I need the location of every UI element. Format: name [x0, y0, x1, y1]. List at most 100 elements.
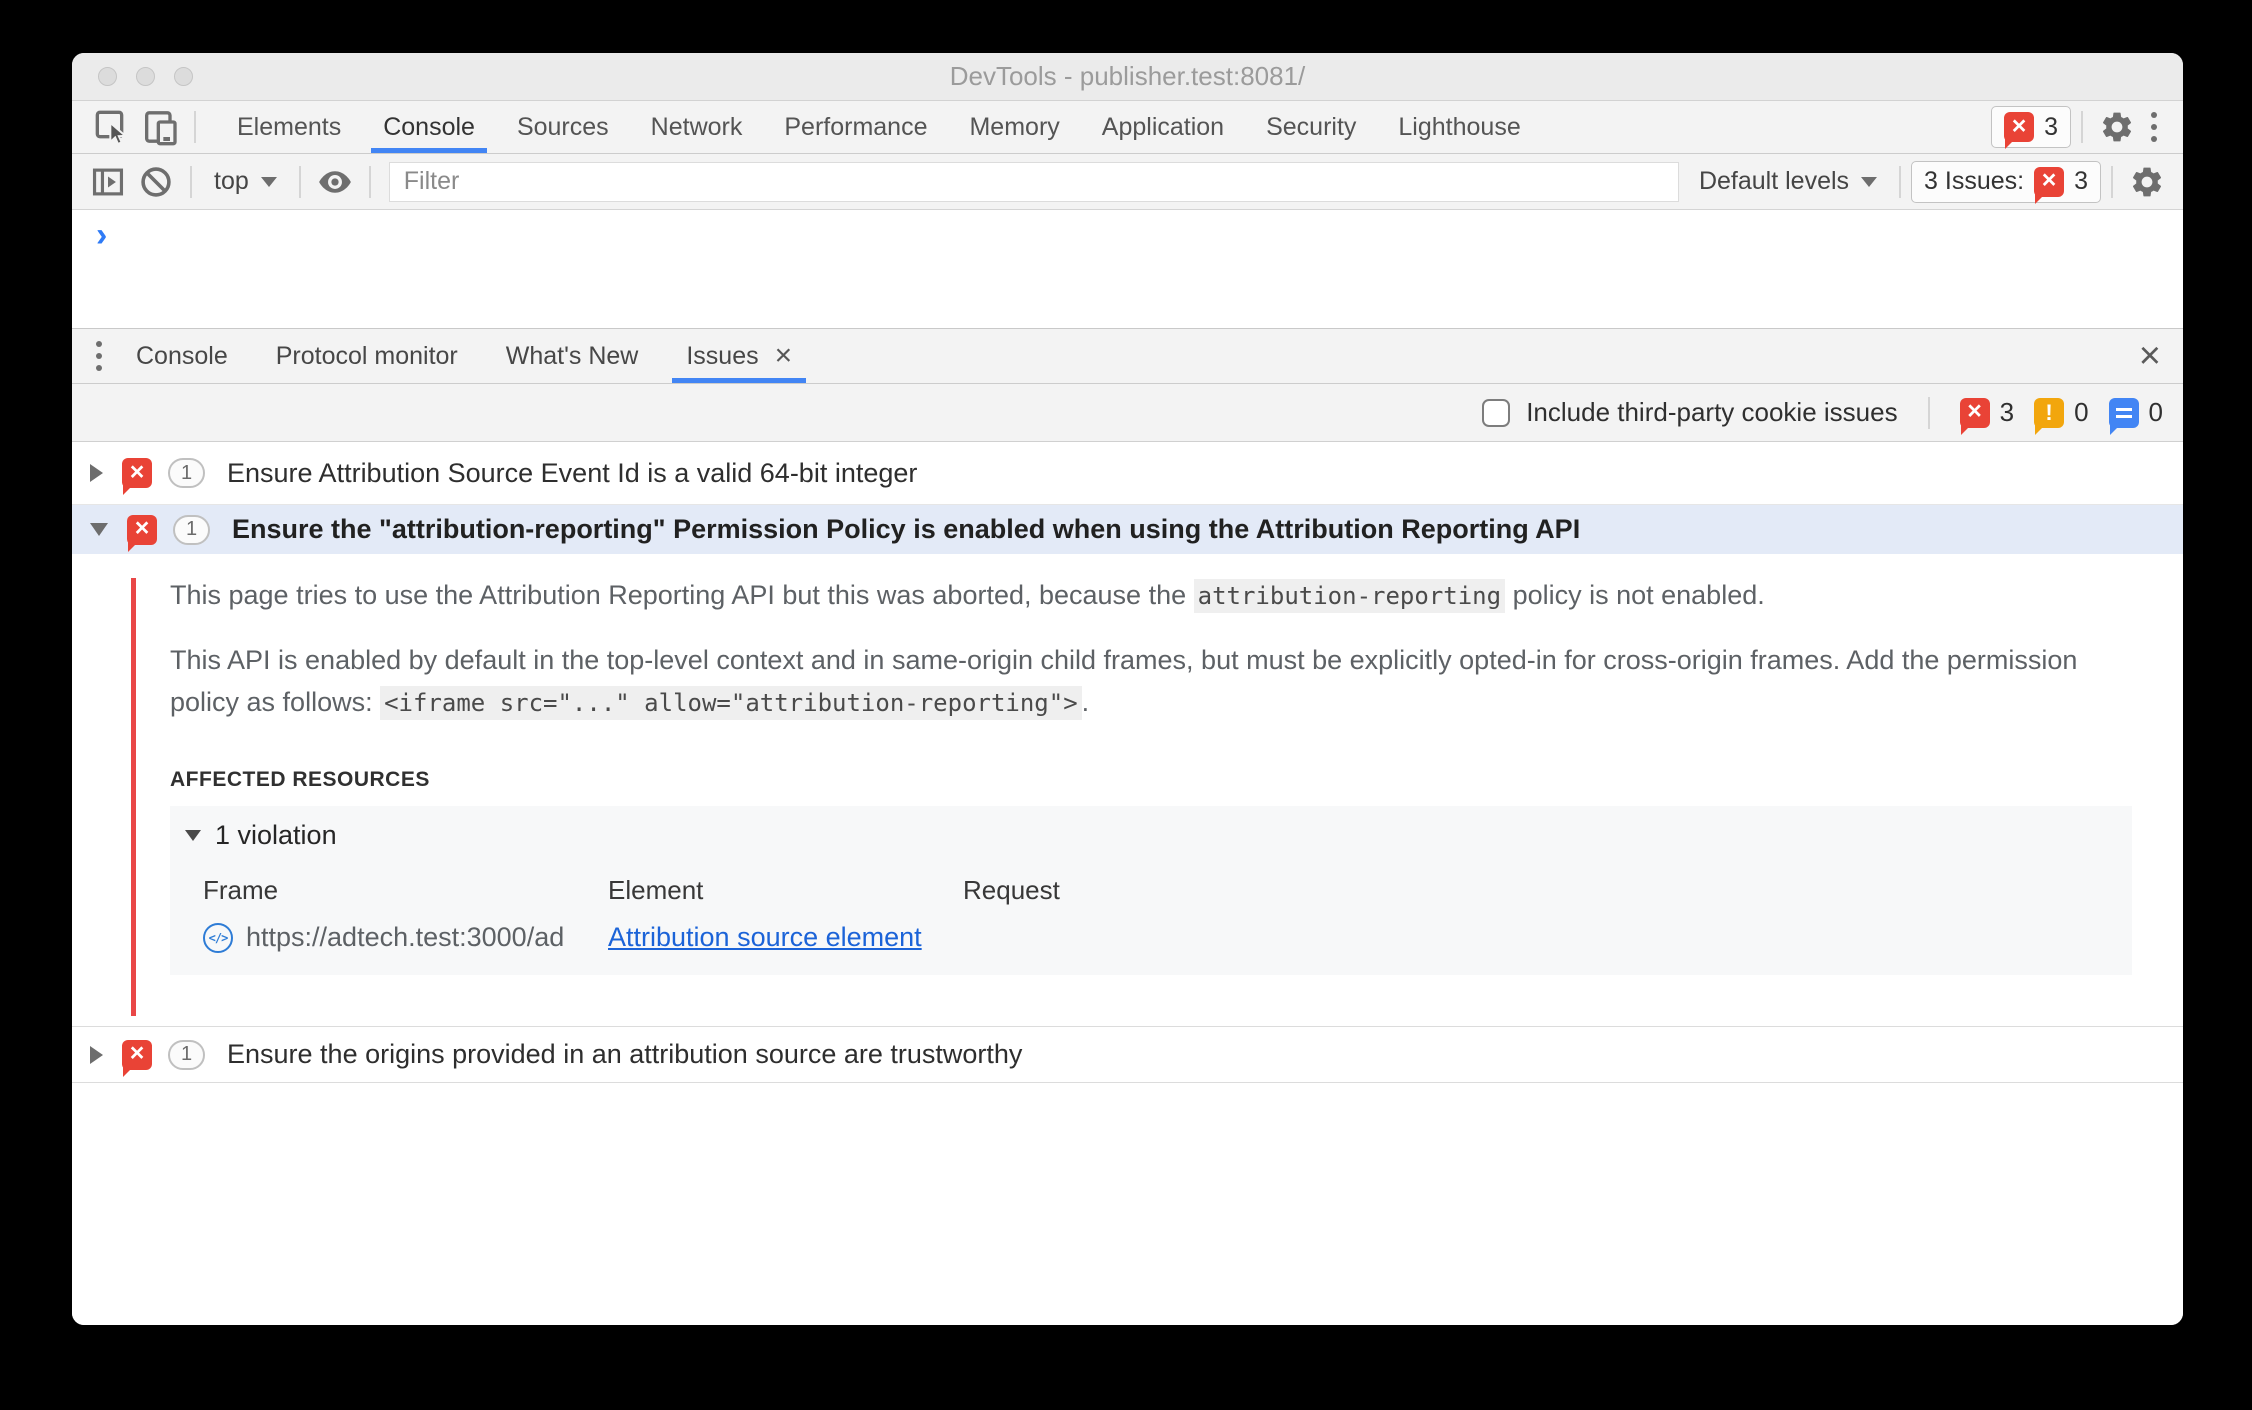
third-party-cookie-checkbox[interactable]	[1482, 398, 1511, 427]
error-count-group: × 3	[1959, 397, 2014, 435]
issue-count-pill: 1	[168, 458, 205, 488]
javascript-context-selector[interactable]: top	[202, 167, 289, 196]
column-header-element: Element	[608, 875, 704, 905]
error-count: 3	[2044, 112, 2058, 141]
context-label: top	[214, 167, 249, 195]
clear-console-button[interactable]	[132, 159, 180, 205]
minimize-window-button[interactable]	[136, 67, 155, 86]
devtools-window: DevTools - publisher.test:8081/ Elements…	[72, 53, 2183, 1325]
drawer-tab-issues-label: Issues	[686, 341, 759, 370]
warning-count-group: ! 0	[2034, 397, 2089, 435]
separator	[368, 165, 371, 198]
drawer-tab-whats-new[interactable]: What's New	[482, 329, 663, 383]
error-badge-icon: ×	[2004, 112, 2035, 149]
affected-resources-table: Frame Element Request </> https://adtech…	[203, 875, 2132, 953]
drawer-spacer	[816, 329, 2131, 383]
drawer-tab-protocol-monitor[interactable]: Protocol monitor	[252, 329, 482, 383]
drawer-tabbar: Console Protocol monitor What's New Issu…	[72, 328, 2183, 384]
table-row: </> https://adtech.test:3000/ad Attribut…	[203, 922, 2132, 953]
inline-code: attribution-reporting	[1193, 579, 1506, 613]
more-options-menu-button[interactable]	[2141, 112, 2167, 142]
issue-row-event-id[interactable]: × 1 Ensure Attribution Source Event Id i…	[72, 442, 2183, 505]
error-badge-icon: ×	[127, 514, 157, 552]
column-header-request: Request	[963, 875, 1060, 905]
issue-error-marker-line	[131, 578, 136, 1016]
tab-security[interactable]: Security	[1245, 101, 1377, 153]
expand-arrow-icon[interactable]	[90, 1045, 103, 1064]
issue-title: Ensure the origins provided in an attrib…	[227, 1039, 1023, 1069]
violations-expander[interactable]: 1 violation	[185, 820, 2132, 851]
issue-row-trustworthy-origins[interactable]: × 1 Ensure the origins provided in an at…	[72, 1026, 2183, 1083]
console-settings-button[interactable]	[2123, 159, 2171, 205]
drawer-tab-console[interactable]: Console	[112, 329, 252, 383]
issues-list: × 1 Ensure Attribution Source Event Id i…	[72, 442, 2183, 1325]
error-badge-icon: ×	[2034, 166, 2065, 204]
tab-performance[interactable]: Performance	[763, 101, 948, 153]
filter-input[interactable]	[388, 161, 1679, 202]
inline-code: <iframe src="..." allow="attribution-rep…	[380, 686, 1082, 720]
issue-count-pill: 1	[168, 1039, 205, 1070]
titlebar: DevTools - publisher.test:8081/	[72, 53, 2183, 101]
drawer-tab-issues[interactable]: Issues ×	[662, 329, 816, 383]
close-window-button[interactable]	[98, 67, 117, 86]
issues-counter-button[interactable]: 3 Issues: × 3	[1911, 160, 2101, 204]
close-issues-tab-icon[interactable]: ×	[775, 341, 793, 371]
error-badge-icon: ×	[122, 458, 152, 495]
close-drawer-button[interactable]: ×	[2131, 337, 2169, 375]
tab-elements[interactable]: Elements	[216, 101, 362, 153]
description-text: policy is not enabled.	[1505, 580, 1765, 610]
column-header-frame: Frame	[203, 875, 279, 905]
table-header-row: Frame Element Request	[203, 875, 2132, 906]
log-levels-dropdown[interactable]: Default levels	[1687, 167, 1889, 196]
info-count-group: 0	[2108, 397, 2163, 435]
issue-description-paragraph-2: This API is enabled by default in the to…	[170, 639, 2130, 724]
sidebar-panel-icon	[92, 168, 124, 195]
tab-application[interactable]: Application	[1081, 101, 1245, 153]
eye-icon	[318, 170, 351, 193]
clear-ban-icon	[141, 166, 171, 197]
issues-counter-count: 3	[2074, 167, 2088, 195]
tab-sources[interactable]: Sources	[496, 101, 630, 153]
panel-tabs: Elements Console Sources Network Perform…	[216, 101, 1542, 153]
separator	[2111, 165, 2113, 198]
main-toolbar: Elements Console Sources Network Perform…	[72, 101, 2183, 154]
error-badge-icon: ×	[122, 1039, 152, 1077]
chevron-down-icon	[1861, 176, 1878, 187]
info-count: 0	[2148, 397, 2163, 427]
separator	[1927, 396, 1930, 429]
gear-icon	[2102, 112, 2132, 142]
console-toolbar: top Default levels 3 Issues: × 3	[72, 154, 2183, 210]
description-text: This page tries to use the Attribution R…	[170, 580, 1194, 610]
traffic-lights	[98, 53, 193, 100]
separator	[2081, 111, 2083, 143]
issues-counter-label: 3 Issues:	[1924, 167, 2025, 195]
tab-console[interactable]: Console	[362, 101, 496, 153]
toggle-device-toolbar-button[interactable]	[136, 104, 184, 150]
chevron-down-icon	[260, 176, 277, 187]
issue-count-pill: 1	[173, 514, 210, 545]
expand-arrow-icon[interactable]	[90, 464, 103, 482]
issues-error-counter[interactable]: × 3	[1991, 106, 2071, 149]
zoom-window-button[interactable]	[174, 67, 193, 86]
frame-source-icon: </>	[203, 922, 233, 953]
create-live-expression-button[interactable]	[311, 159, 359, 205]
collapse-arrow-icon	[185, 830, 201, 841]
tab-lighthouse[interactable]: Lighthouse	[1377, 101, 1541, 153]
tab-network[interactable]: Network	[630, 101, 764, 153]
info-badge-icon	[2108, 397, 2139, 435]
violations-section: 1 violation Frame Element Request </> ht…	[170, 806, 2132, 975]
log-levels-label: Default levels	[1698, 167, 1850, 195]
show-console-sidebar-button[interactable]	[84, 159, 132, 205]
settings-button[interactable]	[2093, 104, 2141, 150]
inspect-element-button[interactable]	[88, 104, 136, 150]
attribution-source-element-link[interactable]: Attribution source element	[608, 922, 922, 952]
tab-memory[interactable]: Memory	[948, 101, 1080, 153]
gear-icon	[2132, 167, 2162, 196]
separator	[1899, 165, 1902, 198]
drawer-more-tools-button[interactable]	[86, 341, 112, 371]
warning-badge-icon: !	[2034, 397, 2065, 435]
collapse-arrow-icon[interactable]	[90, 523, 108, 536]
violations-count-label: 1 violation	[215, 820, 337, 850]
issue-row-permission-policy[interactable]: × 1 Ensure the "attribution-reporting" P…	[72, 505, 2183, 554]
console-messages-area[interactable]: ›	[72, 210, 2183, 328]
